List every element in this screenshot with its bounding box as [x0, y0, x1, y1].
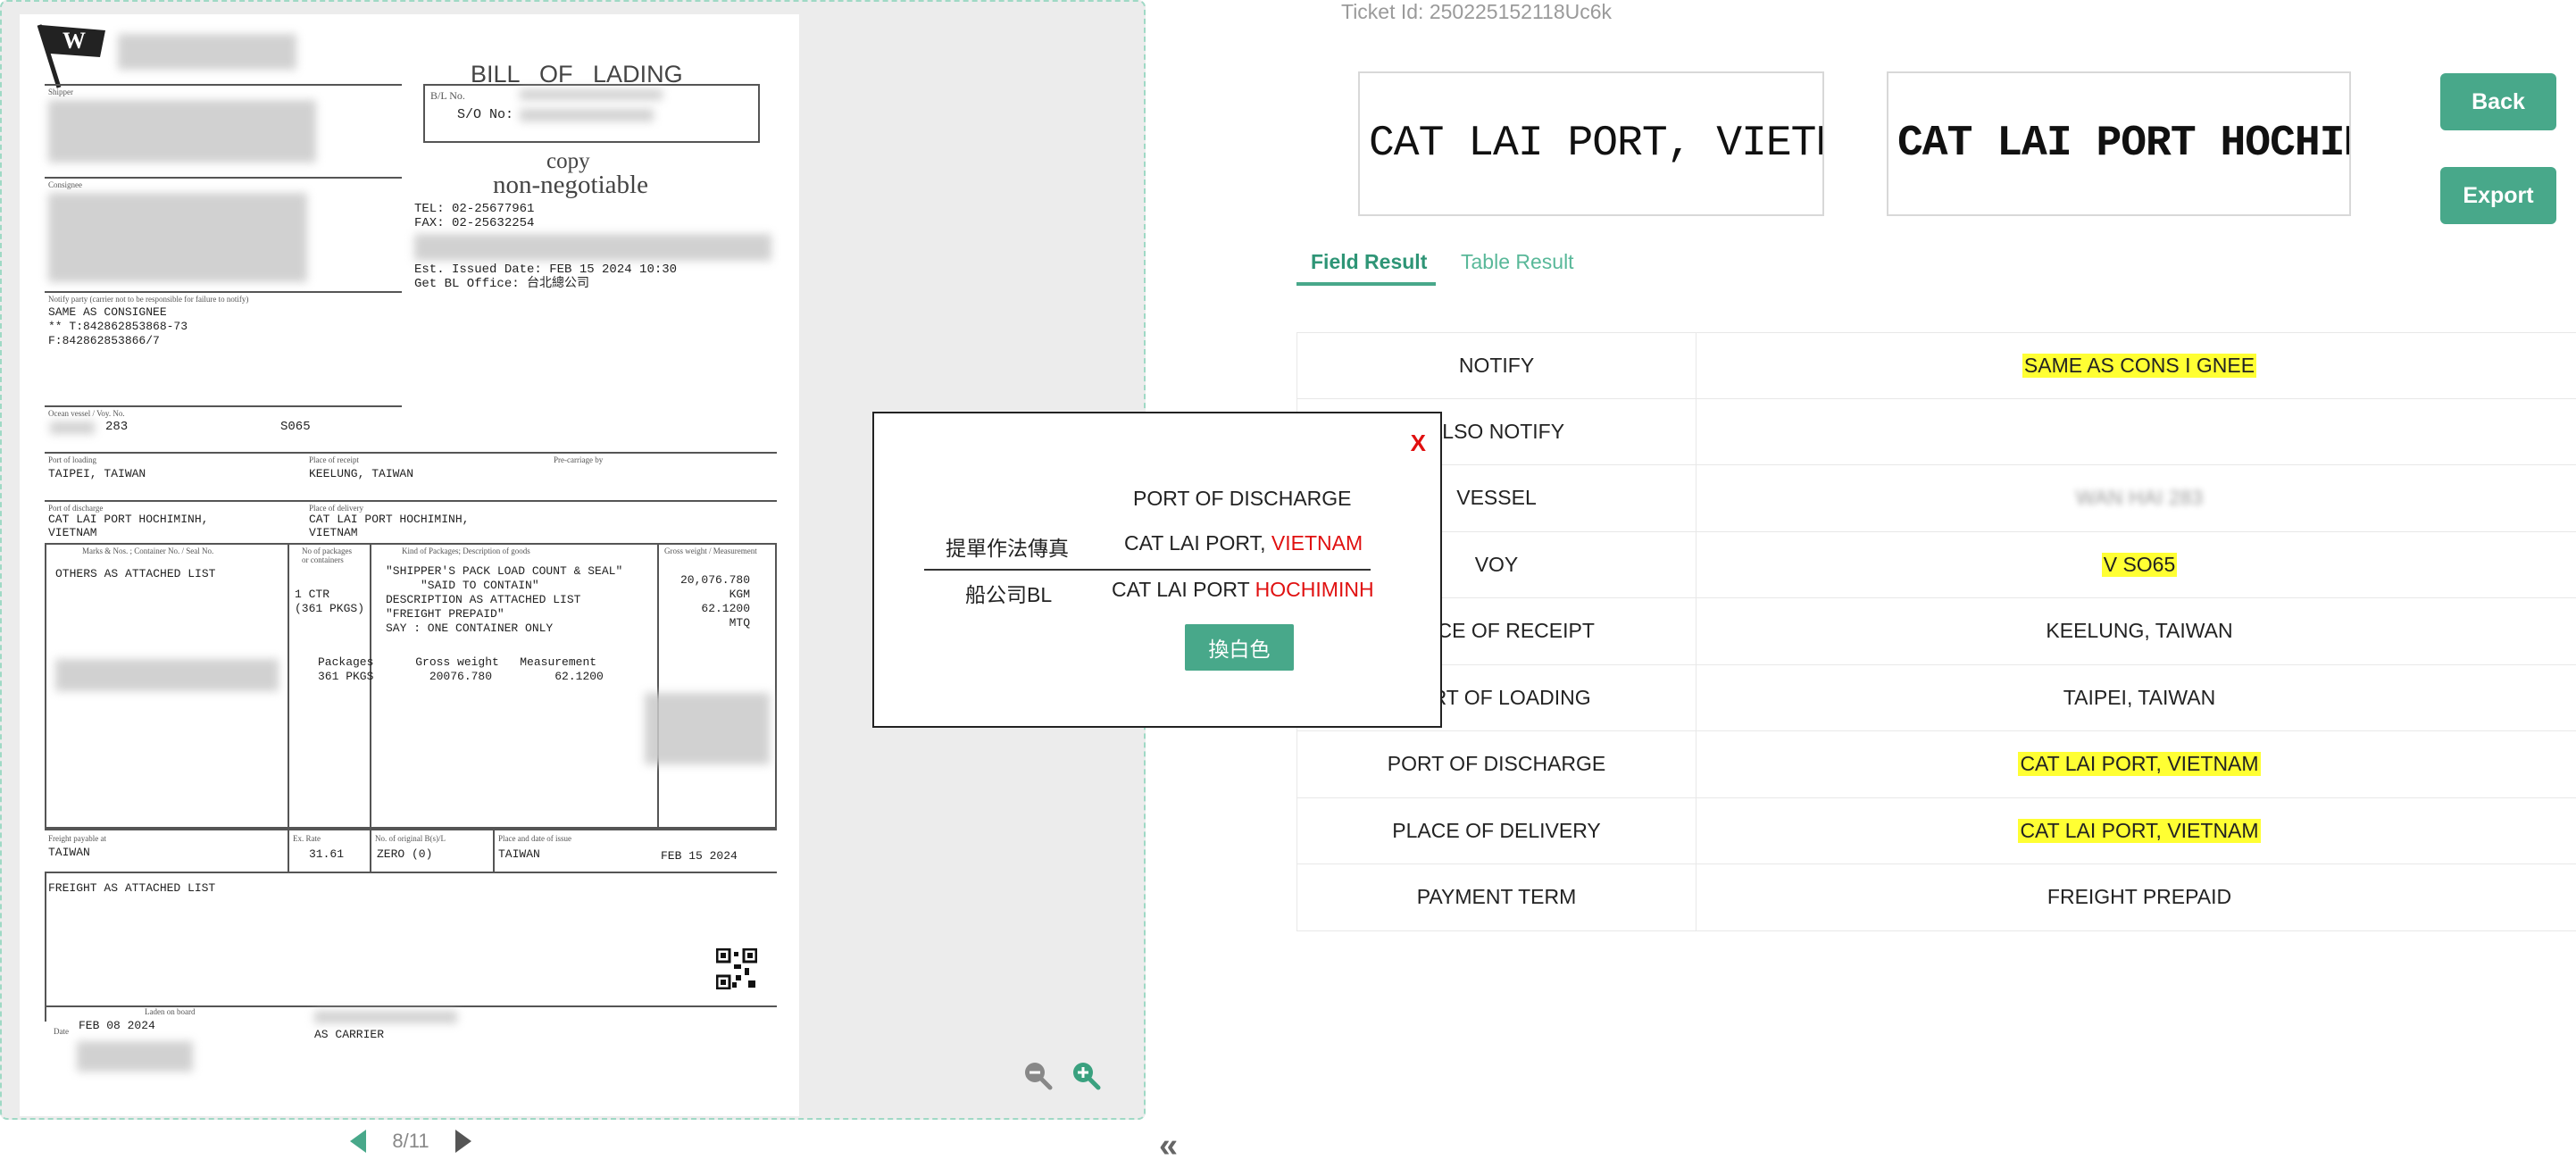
active-tab-indicator [1296, 282, 1436, 286]
change-white-button[interactable]: 換白色 [1185, 624, 1294, 671]
field-label: NOTIFY [1296, 333, 1696, 398]
field-value: V SO65 [2101, 552, 2178, 577]
field-value-cell[interactable] [1696, 399, 2576, 465]
field-value: CAT LAI PORT, VIETNAM [2018, 818, 2261, 843]
field-value-cell[interactable]: SAME AS CONS I GNEE [1696, 333, 2576, 398]
export-button[interactable]: Export [2440, 167, 2556, 224]
compare-popup: X PORT OF DISCHARGE 提單作法傳真 CAT LAI PORT,… [872, 412, 1442, 728]
field-value-cell[interactable]: CAT LAI PORT, VIETNAM [1696, 731, 2576, 797]
field-value: KEELUNG, TAIWAN [2046, 619, 2233, 643]
bill-of-lading-image: W BILL OF LADING B/L No. S/O No: copy no… [20, 14, 799, 1116]
field-value-cell[interactable]: TAIPEI, TAIWAN [1696, 665, 2576, 731]
prev-page-button[interactable] [348, 1128, 368, 1155]
tab-field-result[interactable]: Field Result [1311, 250, 1427, 274]
field-value: CAT LAI PORT, VIETNAM [2018, 752, 2261, 777]
field-label: PAYMENT TERM [1296, 864, 1696, 930]
popup-header: PORT OF DISCHARGE [1133, 487, 1352, 510]
pager: 8/11 [348, 1123, 473, 1159]
field-value: TAIPEI, TAIWAN [2063, 685, 2216, 709]
page-indicator: 8/11 [392, 1130, 429, 1152]
collapse-panel-icon[interactable]: « [1159, 1127, 1178, 1165]
field-label: PORT OF DISCHARGE [1296, 731, 1696, 797]
field-row[interactable]: PAYMENT TERM FREIGHT PREPAID [1296, 864, 2576, 931]
field-value: FREIGHT PREPAID [2047, 885, 2232, 909]
field-row[interactable]: NOTIFY SAME AS CONS I GNEE [1296, 332, 2576, 399]
field-value-cell[interactable]: KEELUNG, TAIWAN [1696, 598, 2576, 664]
zoom-in-button[interactable] [1068, 1057, 1104, 1093]
field-value-cell[interactable]: V SO65 [1696, 532, 2576, 598]
field-value: WAN HAI 283 [2075, 486, 2204, 510]
crop-image-right: CAT LAI PORT HOCHIMINH, [1887, 71, 2351, 216]
field-value-cell[interactable]: FREIGHT PREPAID [1696, 864, 2576, 930]
popup-row2-label: 船公司BL [965, 583, 1053, 606]
back-button[interactable]: Back [2440, 73, 2556, 130]
next-page-button[interactable] [454, 1128, 473, 1155]
field-row[interactable]: PLACE OF DELIVERY CAT LAI PORT, VIETNAM [1296, 797, 2576, 864]
field-label: PLACE OF DELIVERY [1296, 797, 1696, 863]
field-row[interactable]: ALSO NOTIFY [1296, 398, 2576, 465]
ticket-id: Ticket Id: 250225152118Uc6k [1341, 0, 1613, 23]
popup-row1-value: CAT LAI PORT, VIETNAM [1124, 531, 1363, 555]
qr-code-icon [716, 948, 757, 989]
field-value: SAME AS CONS I GNEE [2022, 353, 2257, 378]
zoom-in-icon [1073, 1063, 1101, 1090]
svg-text:W: W [63, 28, 86, 54]
carrier-logo: W [37, 24, 105, 88]
field-row[interactable]: PORT OF DISCHARGE CAT LAI PORT, VIETNAM [1296, 731, 2576, 798]
zoom-out-button[interactable] [1020, 1057, 1055, 1093]
close-icon[interactable]: X [1411, 430, 1426, 457]
zoom-out-icon [1025, 1063, 1053, 1090]
field-result-table: NOTIFY SAME AS CONS I GNEE ALSO NOTIFY VESS… [1296, 332, 2576, 931]
crop-image-left: CAT LAI PORT, VIETNAM [1358, 71, 1824, 216]
field-row[interactable]: PORT OF LOADING TAIPEI, TAIWAN [1296, 664, 2576, 731]
popup-row2-value: CAT LAI PORT HOCHIMINH [1112, 578, 1374, 601]
field-row[interactable]: VOY V SO65 [1296, 531, 2576, 598]
popup-row1-label: 提單作法傳真 [946, 537, 1069, 560]
field-value-cell[interactable]: WAN HAI 283 [1696, 465, 2576, 531]
field-row[interactable]: VESSEL WAN HAI 283 [1296, 465, 2576, 532]
field-value-cell[interactable]: CAT LAI PORT, VIETNAM [1696, 798, 2576, 864]
divider [924, 569, 1371, 571]
field-row[interactable]: PLACE OF RECEIPT KEELUNG, TAIWAN [1296, 598, 2576, 665]
tab-table-result[interactable]: Table Result [1461, 250, 1574, 274]
